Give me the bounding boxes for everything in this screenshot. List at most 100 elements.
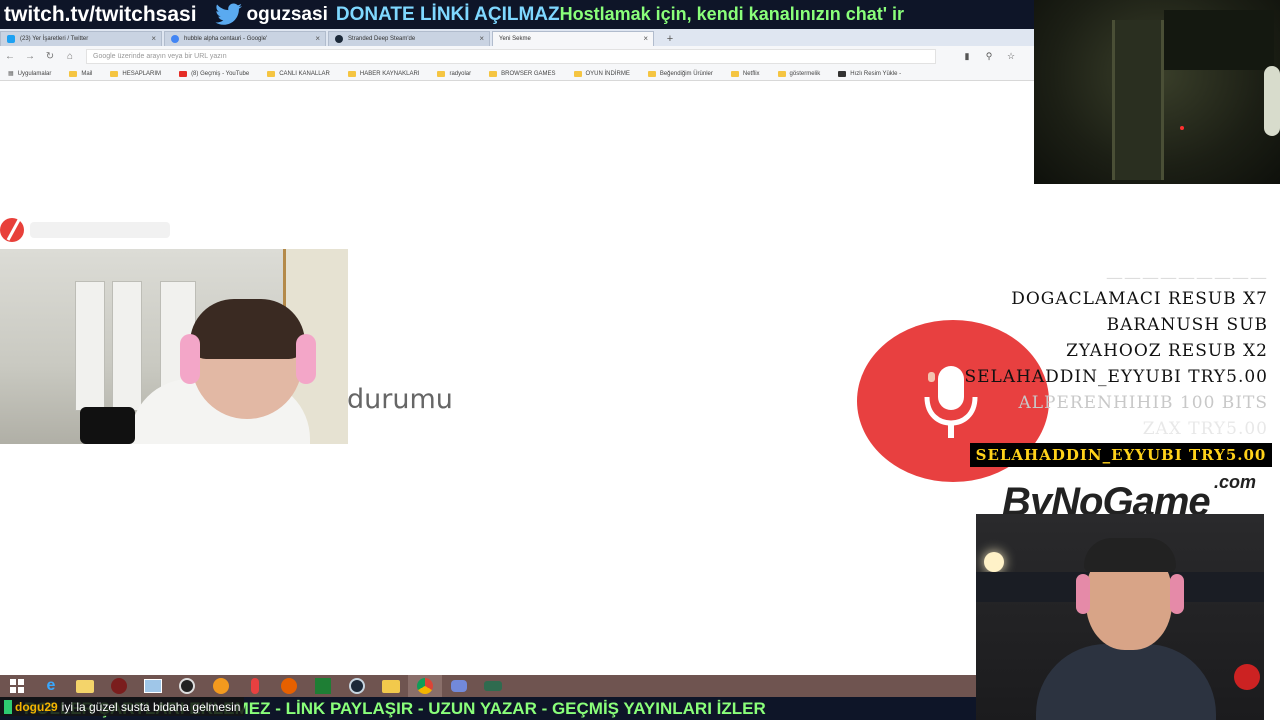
discord-icon[interactable]: [442, 675, 476, 697]
tab-close-icon[interactable]: ×: [479, 34, 484, 43]
stream-screen: twitch.tv/twitchsasi oguzsasi DONATE LİN…: [0, 0, 1280, 720]
game-app-icon[interactable]: [476, 675, 510, 697]
folder-icon: [730, 70, 739, 77]
tab-label: (23) Yer İşaretleri / Twitter: [20, 36, 89, 42]
channel-badge-icon: [1234, 664, 1260, 690]
pink-headset-icon: [296, 334, 316, 384]
bookmark-item[interactable]: HESAPLARIM: [110, 70, 161, 77]
folder-icon: [69, 70, 78, 77]
back-arrow-icon[interactable]: ←: [0, 51, 20, 62]
excel-icon[interactable]: [306, 675, 340, 697]
folder-icon: [573, 70, 582, 77]
webcam-feed-guest: [976, 514, 1264, 720]
file-explorer-icon[interactable]: [68, 675, 102, 697]
headset-icon: [1076, 574, 1090, 614]
event-item: DOGACLAMACI RESUB X7: [1011, 289, 1268, 309]
forward-arrow-icon[interactable]: →: [20, 51, 40, 62]
bookmark-item[interactable]: radyolar: [437, 70, 471, 77]
bookmark-item[interactable]: CANLI KANALLAR: [267, 70, 330, 77]
bookmark-star-icon[interactable]: ☆: [1000, 51, 1022, 62]
chrome-icon[interactable]: [408, 675, 442, 697]
event-item: ALPERENHIHIB 100 BITS: [1018, 393, 1268, 413]
bookmark-item[interactable]: (8) Geçmiş - YouTube: [179, 70, 249, 77]
bookmark-item[interactable]: göstermelik: [777, 70, 820, 77]
address-bar[interactable]: Google üzerinde arayın veya bir URL yazı…: [86, 49, 936, 64]
extension-icon[interactable]: ▮: [956, 51, 978, 62]
bookmark-item[interactable]: HABER KAYNAKLARI: [347, 70, 419, 77]
person-shirt: [1036, 644, 1216, 720]
bookmark-item[interactable]: Mail: [69, 70, 92, 77]
chat-message-popup: dogu29 iyi la güzel susta bidaha gelmesi…: [0, 697, 245, 716]
bookmark-item[interactable]: Beğendiğim Ürünler: [647, 70, 713, 77]
event-item: SELAHADDIN_EYYUBI TRY5.00: [964, 367, 1268, 387]
twitter-favicon-icon: [7, 35, 15, 43]
tab-google-search[interactable]: hubble alpha centauri - Google' ×: [164, 31, 326, 46]
photo-viewer-icon[interactable]: [136, 675, 170, 697]
browser-tab-bar: (23) Yer İşaretleri / Twitter × hubble a…: [0, 29, 1034, 46]
bookmarks-bar: ▦ Uygulamalar Mail HESAPLARIM (8) Geçmiş …: [0, 67, 1034, 81]
tab-steam[interactable]: Stranded Deep Steam'de ×: [328, 31, 490, 46]
twitter-handle: oguzsasi: [246, 3, 328, 25]
internet-explorer-icon[interactable]: e: [34, 675, 68, 697]
folder-icon[interactable]: [374, 675, 408, 697]
obs-icon[interactable]: [170, 675, 204, 697]
bookmark-apps[interactable]: ▦ Uygulamalar: [8, 70, 51, 78]
microphone-arm: [80, 407, 135, 444]
channel-url: twitch.tv/twitchsasi: [4, 2, 197, 26]
steam-icon[interactable]: [340, 675, 374, 697]
firefox-icon[interactable]: [272, 675, 306, 697]
tab-label: hubble alpha centauri - Google': [184, 36, 268, 42]
page-text-fragment: durumu: [347, 384, 453, 415]
lamp-light: [984, 552, 1004, 572]
new-tab-button[interactable]: +: [660, 32, 680, 46]
address-bar-placeholder: Google üzerinde arayın veya bir URL yazı…: [93, 53, 227, 60]
tab-close-icon[interactable]: ×: [151, 34, 156, 43]
red-app-icon[interactable]: [102, 675, 136, 697]
google-favicon-icon: [171, 35, 179, 43]
bookmark-item[interactable]: Netflix: [730, 70, 760, 77]
apps-grid-icon: ▦: [8, 71, 14, 77]
donate-notice: DONATE LİNKİ AÇILMAZ: [335, 3, 560, 25]
bookmark-item[interactable]: OYUN İNDİRME: [573, 70, 630, 77]
home-icon[interactable]: ⌂: [60, 51, 80, 62]
window-dark: [1164, 10, 1274, 70]
event-item: BARANUSH SUB: [1106, 315, 1268, 335]
doorway: [1112, 20, 1164, 180]
headset-icon: [1170, 574, 1184, 614]
chat-username: dogu29: [15, 699, 58, 714]
windows-taskbar: e: [0, 675, 976, 697]
mouse-cursor-icon: [928, 372, 935, 382]
windows-start-icon[interactable]: [0, 675, 34, 697]
cabinet-door: [75, 281, 105, 411]
folder-icon: [437, 70, 446, 77]
folder-icon: [777, 70, 786, 77]
voice-app-icon[interactable]: [238, 675, 272, 697]
chat-badge-icon: [4, 699, 12, 714]
event-item-cutoff: —————————: [1106, 270, 1268, 286]
latest-donation-bar: SELAHADDIN_EYYUBI TRY5.00: [970, 443, 1272, 467]
host-notice: Hostlamak için, kendi kanalınızın chat' …: [559, 4, 905, 24]
browser-toolbar: ← → ↻ ⌂ Google üzerinde arayın veya bir …: [0, 46, 1034, 67]
sponsor-logo: ByNoGame .com: [1002, 472, 1260, 524]
folder-icon: [489, 70, 498, 77]
tab-close-icon[interactable]: ×: [643, 34, 648, 43]
webcam-feed-streamer: [0, 249, 348, 444]
folder-icon: [647, 70, 656, 77]
tab-close-icon[interactable]: ×: [315, 34, 320, 43]
orange-app-icon[interactable]: [204, 675, 238, 697]
tab-new-tab[interactable]: Yeni Sekme ×: [492, 31, 654, 46]
sponsor-domain: .com: [1213, 472, 1256, 492]
light-glare: [1264, 66, 1280, 136]
folder-icon: [267, 70, 276, 77]
event-item: ZYAHOOZ RESUB X2: [1066, 341, 1268, 361]
reload-icon[interactable]: ↻: [40, 51, 60, 62]
folder-icon: [110, 70, 119, 77]
cabinet-door: [112, 281, 142, 411]
zoom-icon[interactable]: ⚲: [978, 51, 1000, 62]
bookmark-item[interactable]: BROWSER GAMES: [489, 70, 556, 77]
tab-twitter[interactable]: (23) Yer İşaretleri / Twitter ×: [0, 31, 162, 46]
tab-label: Yeni Sekme: [499, 36, 531, 42]
webcam-feed-room: [1034, 0, 1280, 184]
stream-event-list: ————————— DOGACLAMACI RESUB X7 BARANUSH …: [948, 270, 1268, 442]
bookmark-item[interactable]: Hızlı Resim Yükle -: [838, 70, 901, 77]
